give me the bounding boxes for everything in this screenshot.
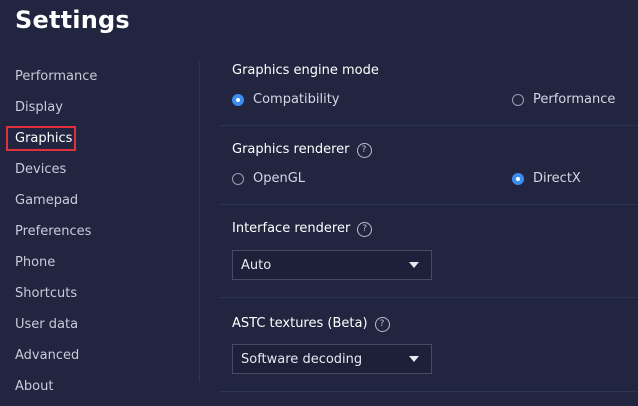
help-icon[interactable]: ? [374,317,390,332]
interface-renderer-label: Interface renderer [232,221,351,236]
astc-textures-title: ASTC textures (Beta)? [232,316,390,332]
sidebar-divider [199,62,200,382]
radio-compatibility-label: Compatibility [253,92,340,107]
astc-textures-label: ASTC textures (Beta) [232,316,368,331]
sidebar-item-advanced[interactable]: Advanced [15,348,79,363]
astc-textures-dropdown[interactable]: Software decoding [232,344,432,374]
chevron-down-icon [409,262,419,268]
graphics-renderer-title: Graphics renderer? [232,142,372,158]
radio-button-selected[interactable] [232,93,244,106]
sidebar-item-gamepad[interactable]: Gamepad [15,193,78,208]
radio-button[interactable] [232,172,244,185]
sidebar-item-phone[interactable]: Phone [15,255,55,270]
sidebar-item-user-data[interactable]: User data [15,317,78,332]
radio-performance-label: Performance [533,92,616,107]
interface-renderer-title: Interface renderer? [232,221,373,237]
help-icon[interactable]: ? [356,143,372,158]
radio-button[interactable] [512,93,524,106]
sidebar-item-graphics[interactable]: Graphics [15,131,72,146]
sidebar-item-display[interactable]: Display [15,100,63,115]
astc-textures-value: Software decoding [241,351,363,367]
radio-opengl[interactable]: OpenGL [232,171,305,186]
section-divider [220,204,638,205]
help-icon[interactable]: ? [357,222,373,237]
page-title: Settings [15,6,130,34]
section-divider [220,297,638,298]
sidebar-item-performance[interactable]: Performance [15,69,97,84]
radio-compatibility[interactable]: Compatibility [232,92,340,107]
section-divider [220,125,638,126]
radio-opengl-label: OpenGL [253,171,306,186]
radio-directx[interactable]: DirectX [512,171,581,186]
section-divider [220,391,638,392]
sidebar-item-about[interactable]: About [15,379,53,394]
chevron-down-icon [409,356,419,362]
sidebar-item-shortcuts[interactable]: Shortcuts [15,286,77,301]
sidebar-item-devices[interactable]: Devices [15,162,66,177]
interface-renderer-value: Auto [241,257,272,273]
radio-directx-label: DirectX [533,171,581,186]
radio-performance[interactable]: Performance [512,92,615,107]
sidebar-item-preferences[interactable]: Preferences [15,224,91,239]
graphics-engine-mode-title: Graphics engine mode [232,63,379,78]
interface-renderer-dropdown[interactable]: Auto [232,250,432,280]
graphics-renderer-label: Graphics renderer [232,142,350,157]
radio-button-selected[interactable] [512,172,524,185]
